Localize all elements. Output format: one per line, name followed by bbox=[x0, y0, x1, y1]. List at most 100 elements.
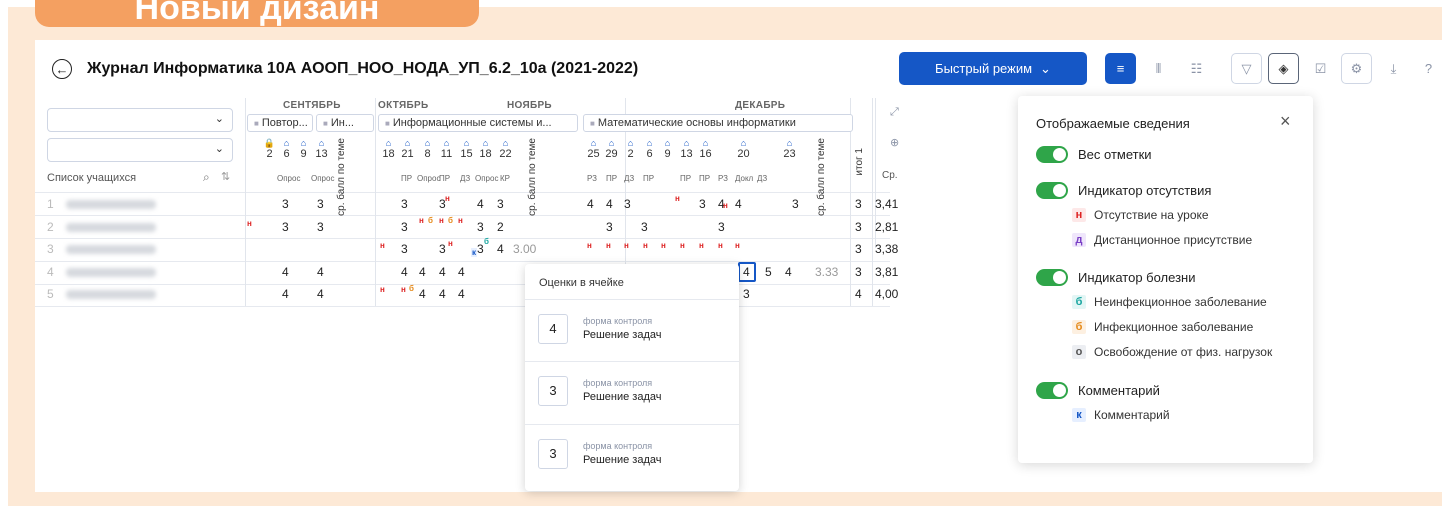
grade[interactable]: 4 bbox=[419, 262, 426, 283]
grade[interactable]: 4 bbox=[458, 262, 465, 283]
search-icon[interactable]: ⌕ bbox=[203, 170, 210, 185]
illness-toggle[interactable] bbox=[1036, 269, 1068, 286]
date-cell[interactable]: ⌂ 16 bbox=[697, 138, 714, 160]
grade[interactable]: 4 bbox=[439, 284, 446, 305]
popover-grade-item[interactable]: 3 форма контроля Решение задач bbox=[525, 361, 739, 423]
filter-icon[interactable]: ▽ bbox=[1231, 53, 1262, 84]
grade[interactable]: 4 bbox=[497, 239, 504, 260]
grade[interactable]: 3 bbox=[477, 239, 484, 260]
grade[interactable]: 3 bbox=[792, 194, 799, 215]
grade[interactable]: 2 bbox=[497, 217, 504, 238]
zoom-icon[interactable]: ⊕ bbox=[890, 136, 899, 149]
grade[interactable]: 4 bbox=[477, 194, 484, 215]
column-view-icon[interactable]: ⫴ bbox=[1143, 53, 1174, 84]
popover-grade-item[interactable]: 3 форма контроля Решение задач bbox=[525, 424, 739, 486]
date-cell[interactable]: ⌂ 9 bbox=[659, 138, 676, 160]
grade-total[interactable]: 4 bbox=[855, 284, 862, 305]
grade-total[interactable]: 3 bbox=[855, 217, 862, 238]
back-icon[interactable]: ← bbox=[52, 59, 72, 79]
control-form-label: форма контроля bbox=[583, 378, 653, 388]
filter-select-2[interactable]: ⌄ bbox=[47, 138, 233, 162]
grade[interactable]: 4 bbox=[785, 262, 792, 283]
grade-total[interactable]: 3 bbox=[855, 239, 862, 260]
date-cell[interactable]: ⌂ 9 bbox=[295, 138, 312, 160]
grade[interactable]: 3 bbox=[699, 194, 706, 215]
date-cell[interactable]: ⌂ 18 bbox=[380, 138, 397, 160]
list-view-icon[interactable]: ≡ bbox=[1105, 53, 1136, 84]
filter-select-1[interactable]: ⌄ bbox=[47, 108, 233, 132]
grade[interactable]: 4 bbox=[282, 262, 289, 283]
grade[interactable]: 5 bbox=[765, 262, 772, 283]
weight-toggle[interactable] bbox=[1036, 146, 1068, 163]
date-cell[interactable]: ⌂ 29 bbox=[603, 138, 620, 160]
month-label: СЕНТЯБРЬ bbox=[283, 100, 341, 111]
check-icon[interactable]: ☑ bbox=[1305, 53, 1336, 84]
date-cell[interactable]: ⌂ 13 bbox=[313, 138, 330, 160]
date-cell[interactable]: ⌂ 25 bbox=[585, 138, 602, 160]
grade[interactable]: 4 bbox=[743, 262, 750, 283]
expand-icon[interactable]: ⤢ bbox=[890, 106, 899, 119]
grade[interactable]: 4 bbox=[587, 194, 594, 215]
grade[interactable]: 3 bbox=[401, 194, 408, 215]
download-icon[interactable]: ⤓ bbox=[1378, 53, 1409, 84]
date-cell[interactable]: ⌂ 11 bbox=[438, 138, 455, 160]
grade[interactable]: 3 bbox=[282, 194, 289, 215]
absence-toggle[interactable] bbox=[1036, 182, 1068, 199]
comment-toggle[interactable] bbox=[1036, 382, 1068, 399]
grade[interactable]: 3 bbox=[624, 194, 631, 215]
date-cell[interactable]: ⌂ 6 bbox=[278, 138, 295, 160]
grade[interactable]: 3 bbox=[641, 217, 648, 238]
grade[interactable]: 4 bbox=[317, 262, 324, 283]
grade[interactable]: 4 bbox=[419, 284, 426, 305]
date-cell[interactable]: ⌂ 2 bbox=[622, 138, 639, 160]
student-row[interactable]: 1 bbox=[47, 194, 156, 215]
grade-total[interactable]: 3 bbox=[855, 194, 862, 215]
grade-total[interactable]: 3 bbox=[855, 262, 862, 283]
grade[interactable]: 3 bbox=[401, 217, 408, 238]
grade[interactable]: 4 bbox=[317, 284, 324, 305]
student-row[interactable]: 2 bbox=[47, 217, 156, 238]
grade[interactable]: 4 bbox=[458, 284, 465, 305]
split-view-icon[interactable]: ☷ bbox=[1181, 53, 1212, 84]
grade[interactable]: 3 bbox=[401, 239, 408, 260]
date-cell[interactable]: ⌂ 20 bbox=[735, 138, 752, 160]
student-row[interactable]: 5 bbox=[47, 284, 156, 305]
popover-grade-item[interactable]: 4 форма контроля Решение задач bbox=[525, 299, 739, 361]
grade[interactable]: 3 bbox=[743, 284, 750, 305]
grade[interactable]: 3 bbox=[317, 194, 324, 215]
student-row[interactable]: 3 bbox=[47, 239, 156, 260]
grade[interactable]: 3 bbox=[439, 239, 446, 260]
grade[interactable]: 3 bbox=[497, 194, 504, 215]
grade[interactable]: 3 bbox=[718, 217, 725, 238]
topic-chip[interactable]: ■ Повтор... bbox=[247, 114, 313, 132]
grade[interactable]: 4 bbox=[282, 284, 289, 305]
grade[interactable]: 4 bbox=[439, 262, 446, 283]
date-cell[interactable]: ⌂ 18 bbox=[477, 138, 494, 160]
date-cell[interactable]: ⌂ 21 bbox=[399, 138, 416, 160]
close-icon[interactable]: × bbox=[1280, 111, 1291, 132]
date-cell[interactable]: 🔒 2 bbox=[261, 138, 278, 160]
chevron-down-icon: ⌄ bbox=[214, 143, 224, 155]
fast-mode-button[interactable]: Быстрый режим ⌄ bbox=[899, 52, 1087, 85]
student-row[interactable]: 4 bbox=[47, 262, 156, 283]
grade[interactable]: 4 bbox=[606, 194, 613, 215]
grade[interactable]: 3 bbox=[477, 217, 484, 238]
grade[interactable]: 4 bbox=[735, 194, 742, 215]
settings-icon[interactable]: ⚙ bbox=[1341, 53, 1372, 84]
topic-chip[interactable]: ■ Ин... bbox=[316, 114, 374, 132]
date-cell[interactable]: ⌂ 13 bbox=[678, 138, 695, 160]
layers-icon[interactable]: ◈ bbox=[1268, 53, 1299, 84]
grade[interactable]: 3 bbox=[606, 217, 613, 238]
grade[interactable]: 4 bbox=[401, 262, 408, 283]
grade[interactable]: 3 bbox=[282, 217, 289, 238]
topic-chip[interactable]: ■ Информационные системы и... bbox=[378, 114, 578, 132]
grade[interactable]: 3 bbox=[317, 217, 324, 238]
date-cell[interactable]: ⌂ 22 bbox=[497, 138, 514, 160]
help-icon[interactable]: ? bbox=[1413, 53, 1442, 84]
topic-chip[interactable]: ■ Математические основы информатики bbox=[583, 114, 853, 132]
date-cell[interactable]: ⌂ 6 bbox=[641, 138, 658, 160]
date-cell[interactable]: ⌂ 15 bbox=[458, 138, 475, 160]
date-cell[interactable]: ⌂ 8 bbox=[419, 138, 436, 160]
date-cell[interactable]: ⌂ 23 bbox=[781, 138, 798, 160]
sort-icon[interactable]: ⇅ bbox=[221, 170, 230, 183]
